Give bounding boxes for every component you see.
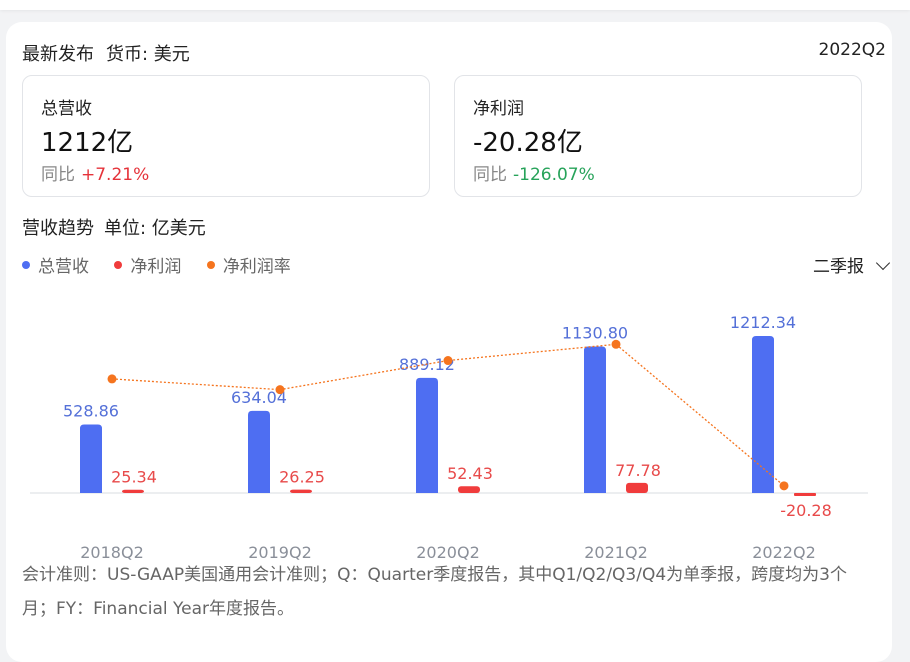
revenue-bar — [248, 410, 270, 493]
revenue-trend-chart: 528.8625.342018Q2634.0426.252019Q2889.12… — [30, 313, 868, 562]
net-profit-value-label: 26.25 — [279, 468, 325, 487]
net-profit-bar — [290, 489, 312, 493]
net-profit-bar — [794, 493, 816, 496]
net-profit-value-label: 52.43 — [447, 464, 493, 483]
net-margin-point — [611, 339, 621, 349]
net-profit-bar — [626, 482, 648, 493]
net-profit-bar — [458, 486, 480, 493]
net-margin-point — [779, 481, 789, 491]
net-margin-point — [275, 385, 285, 395]
revenue-value-label: 528.86 — [63, 402, 119, 421]
net-profit-bar — [122, 489, 144, 493]
revenue-bar — [80, 424, 102, 493]
net-margin-point — [107, 374, 117, 384]
net-profit-value-label: 25.34 — [111, 468, 157, 487]
footnote: 会计准则：US-GAAP美国通用会计准则；Q：Quarter季度报告，其中Q1/… — [22, 565, 847, 619]
net-profit-value-label: -20.28 — [780, 501, 832, 520]
revenue-value-label: 1130.80 — [562, 324, 628, 343]
net-profit-value-label: 77.78 — [615, 461, 661, 480]
revenue-bar — [752, 336, 774, 493]
revenue-value-label: 1212.34 — [730, 313, 796, 332]
net-margin-point — [443, 356, 453, 366]
revenue-bar — [416, 377, 438, 493]
revenue-bar — [584, 346, 606, 493]
